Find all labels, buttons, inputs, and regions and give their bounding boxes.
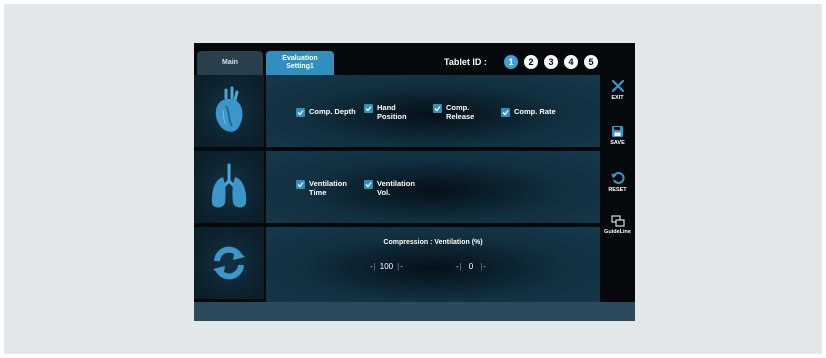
checkmark-icon: [364, 180, 373, 189]
guideline-button[interactable]: GuideLine: [600, 215, 635, 235]
divider: |: [459, 262, 462, 271]
save-button[interactable]: SAVE: [600, 125, 635, 146]
ventilation-time-label: Ventilation Time: [309, 179, 347, 197]
heart-icon: [215, 86, 243, 132]
tablet-id-label: Tablet ID :: [444, 57, 487, 67]
ventilation-ratio-stepper[interactable]: - | 0 | -: [456, 262, 486, 271]
ventilation-category: [194, 151, 264, 225]
ratio-row: Compression : Ventilation (%) - | 100 | …: [266, 227, 600, 302]
exit-label: EXIT: [611, 95, 624, 101]
compression-options-row: Comp. Depth Hand Position Comp. Release …: [266, 75, 600, 149]
tab-bar: Main Evaluation Setting1 Tablet ID : 1 2…: [194, 43, 635, 75]
comp-depth-label: Comp. Depth: [309, 107, 356, 116]
guideline-label: GuideLine: [604, 229, 631, 235]
checkmark-icon: [296, 108, 305, 117]
increment-button[interactable]: -: [483, 262, 486, 271]
ratio-category: [194, 227, 264, 301]
tablet-id-5-button[interactable]: 5: [584, 55, 598, 69]
divider: |: [397, 262, 400, 271]
tablet-screen: Main Evaluation Setting1 Tablet ID : 1 2…: [194, 43, 635, 321]
exit-button[interactable]: EXIT: [600, 79, 635, 101]
hand-position-label: Hand Position: [377, 103, 407, 121]
ventilation-options-row: Ventilation Time Ventilation Vol.: [266, 151, 600, 225]
cycle-icon: [213, 246, 245, 280]
comp-rate-label: Comp. Rate: [514, 107, 556, 116]
comp-release-checkbox[interactable]: Comp. Release: [433, 103, 474, 121]
divider: |: [480, 262, 483, 271]
decrement-button[interactable]: -: [370, 262, 373, 271]
reset-button[interactable]: RESET: [600, 171, 635, 193]
ventilation-time-checkbox[interactable]: Ventilation Time: [296, 179, 347, 197]
ventilation-ratio-value: 0: [468, 262, 474, 271]
tab-evaluation-setting1[interactable]: Evaluation Setting1: [266, 51, 334, 75]
comp-release-label: Comp. Release: [446, 103, 475, 121]
close-icon: [611, 79, 624, 93]
tablet-id-3-button[interactable]: 3: [544, 55, 558, 69]
ventilation-vol-label: Ventilation Vol.: [377, 179, 415, 197]
category-icon-column: [194, 75, 264, 302]
guideline-icon: [610, 215, 625, 227]
compression-ratio-stepper[interactable]: - | 100 | -: [370, 262, 403, 271]
ratio-title: Compression : Ventilation (%): [383, 239, 483, 246]
checkmark-icon: [433, 104, 442, 113]
comp-depth-checkbox[interactable]: Comp. Depth: [296, 107, 356, 117]
checkmark-icon: [364, 104, 373, 113]
compression-ratio-value: 100: [379, 262, 394, 271]
side-toolbar: EXIT SAVE RESET GuideLine: [600, 75, 635, 302]
decrement-button[interactable]: -: [456, 262, 459, 271]
checkmark-icon: [501, 108, 510, 117]
save-icon: [612, 126, 623, 137]
reset-label: RESET: [608, 187, 627, 193]
tablet-id-2-button[interactable]: 2: [524, 55, 538, 69]
bottom-bar: [194, 302, 635, 321]
tablet-id-1-button[interactable]: 1: [504, 55, 518, 69]
hand-position-checkbox[interactable]: Hand Position: [364, 103, 407, 121]
increment-button[interactable]: -: [400, 262, 403, 271]
tab-main[interactable]: Main: [197, 51, 263, 75]
lungs-icon: [211, 163, 247, 208]
comp-rate-checkbox[interactable]: Comp. Rate: [501, 107, 556, 117]
checkmark-icon: [296, 180, 305, 189]
save-label: SAVE: [610, 140, 625, 146]
ventilation-vol-checkbox[interactable]: Ventilation Vol.: [364, 179, 415, 197]
tablet-id-4-button[interactable]: 4: [564, 55, 578, 69]
divider: |: [373, 262, 376, 271]
reset-icon: [611, 172, 624, 184]
compression-category: [194, 75, 264, 149]
